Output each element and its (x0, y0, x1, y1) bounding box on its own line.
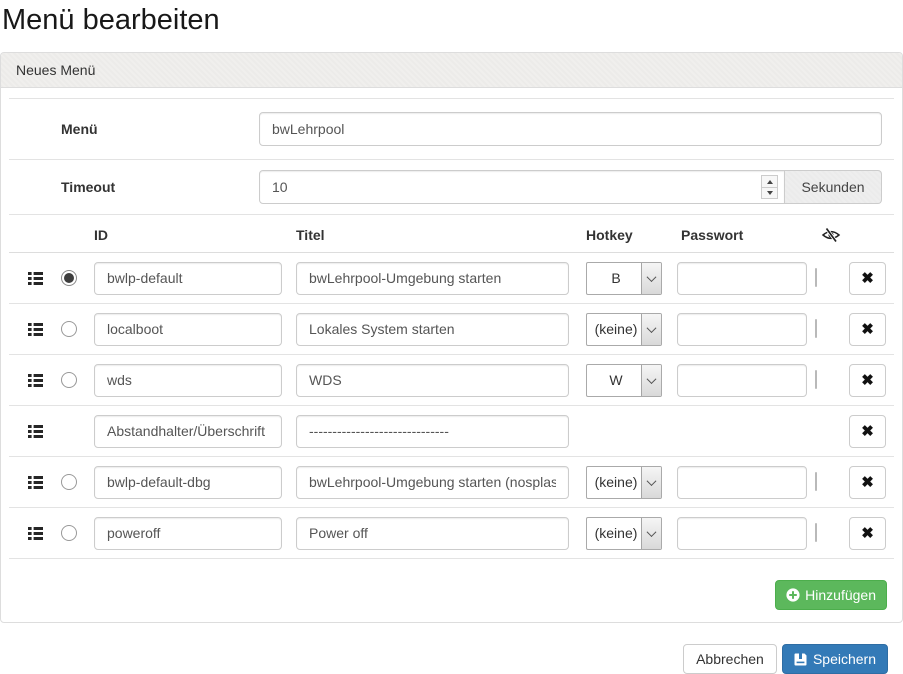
hotkey-selected-value: B (587, 263, 641, 294)
default-entry-radio[interactable] (61, 525, 77, 541)
entry-id-input[interactable] (94, 517, 282, 550)
page-title: Menü bearbeiten (2, 4, 903, 37)
hotkey-selected-value: W (587, 365, 641, 396)
delete-entry-button[interactable]: ✖ (849, 313, 886, 346)
password-visible-checkbox[interactable] (815, 319, 817, 338)
entry-password-input[interactable] (677, 364, 807, 397)
entry-id-input[interactable] (94, 466, 282, 499)
chevron-down-icon (641, 263, 661, 294)
remove-x-icon: ✖ (861, 422, 874, 440)
delete-entry-button[interactable]: ✖ (849, 262, 886, 295)
delete-entry-button[interactable]: ✖ (849, 364, 886, 397)
timeout-label: Timeout (9, 179, 259, 195)
save-label: Speichern (813, 651, 876, 667)
cancel-label: Abbrechen (696, 651, 764, 667)
plus-circle-icon (786, 588, 800, 602)
default-entry-radio[interactable] (61, 474, 77, 490)
menu-rows: B ✖ (keine) ✖ (9, 253, 894, 559)
timeout-input[interactable] (259, 170, 785, 204)
panel-header: Neues Menü (1, 53, 902, 88)
password-visible-checkbox[interactable] (815, 523, 817, 542)
menu-label: Menü (9, 121, 259, 137)
drag-handle-icon[interactable] (28, 527, 57, 540)
menu-edit-panel: Neues Menü Menü Timeout (0, 52, 903, 623)
chevron-down-icon (641, 518, 661, 549)
menu-entry-row: (keine) ✖ (9, 457, 894, 508)
column-header-hotkey: Hotkey (586, 227, 673, 243)
menu-entry-row: W ✖ (9, 355, 894, 406)
add-entry-label: Hinzufügen (805, 587, 876, 603)
entry-titel-input[interactable] (296, 415, 569, 448)
number-spinner[interactable] (761, 175, 778, 199)
entry-password-input[interactable] (677, 262, 807, 295)
password-visible-checkbox[interactable] (815, 370, 817, 389)
drag-handle-icon[interactable] (28, 374, 57, 387)
delete-entry-button[interactable]: ✖ (849, 466, 886, 499)
entry-password-input[interactable] (677, 313, 807, 346)
menu-entry-row: B ✖ (9, 253, 894, 304)
add-entry-button[interactable]: Hinzufügen (775, 580, 887, 610)
chevron-down-icon (641, 365, 661, 396)
hotkey-select[interactable]: W (586, 364, 662, 397)
hotkey-select[interactable]: (keine) (586, 466, 662, 499)
menu-name-input[interactable] (259, 112, 882, 146)
floppy-disk-icon (794, 653, 807, 666)
entry-titel-input[interactable] (296, 466, 569, 499)
entry-titel-input[interactable] (296, 313, 569, 346)
entry-id-input[interactable] (94, 313, 282, 346)
remove-x-icon: ✖ (861, 269, 874, 287)
spinner-down-icon[interactable] (762, 187, 777, 199)
panel-body: Menü Timeout Sekunden (1, 88, 902, 622)
remove-x-icon: ✖ (861, 371, 874, 389)
column-header-id: ID (94, 227, 291, 243)
drag-handle-icon[interactable] (28, 425, 57, 438)
delete-entry-button[interactable]: ✖ (849, 415, 886, 448)
menu-entry-row: (keine) ✖ (9, 304, 894, 355)
hotkey-select[interactable]: B (586, 262, 662, 295)
column-header-passwort: Passwort (681, 227, 813, 243)
entry-titel-input[interactable] (296, 364, 569, 397)
password-visible-checkbox[interactable] (815, 472, 817, 491)
menu-form-row: Menü (9, 99, 894, 160)
entry-titel-input[interactable] (296, 517, 569, 550)
drag-handle-icon[interactable] (28, 272, 57, 285)
delete-entry-button[interactable]: ✖ (849, 517, 886, 550)
remove-x-icon: ✖ (861, 320, 874, 338)
spinner-up-icon[interactable] (762, 176, 777, 187)
default-entry-radio[interactable] (61, 321, 77, 337)
menu-entry-row: ✖ (9, 406, 894, 457)
entry-id-input[interactable] (94, 364, 282, 397)
chevron-down-icon (641, 314, 661, 345)
timeout-form-row: Timeout Sekunden (9, 160, 894, 215)
drag-handle-icon[interactable] (28, 476, 57, 489)
entry-password-input[interactable] (677, 517, 807, 550)
entry-id-input[interactable] (94, 262, 282, 295)
entry-password-input[interactable] (677, 466, 807, 499)
menu-table-header: ID Titel Hotkey Passwort (9, 215, 894, 253)
chevron-down-icon (641, 467, 661, 498)
default-entry-radio[interactable] (61, 270, 77, 286)
remove-x-icon: ✖ (861, 524, 874, 542)
remove-x-icon: ✖ (861, 473, 874, 491)
hotkey-selected-value: (keine) (587, 467, 641, 498)
entry-titel-input[interactable] (296, 262, 569, 295)
menu-entry-row: (keine) ✖ (9, 508, 894, 559)
default-entry-radio[interactable] (61, 372, 77, 388)
entry-id-input[interactable] (94, 415, 282, 448)
hotkey-select[interactable]: (keine) (586, 517, 662, 550)
eye-slash-icon (821, 227, 841, 243)
column-header-titel: Titel (296, 227, 579, 243)
drag-handle-icon[interactable] (28, 323, 57, 336)
timeout-unit-addon: Sekunden (785, 170, 882, 204)
password-visible-checkbox[interactable] (815, 268, 817, 287)
hotkey-select[interactable]: (keine) (586, 313, 662, 346)
hotkey-selected-value: (keine) (587, 314, 641, 345)
hotkey-selected-value: (keine) (587, 518, 641, 549)
